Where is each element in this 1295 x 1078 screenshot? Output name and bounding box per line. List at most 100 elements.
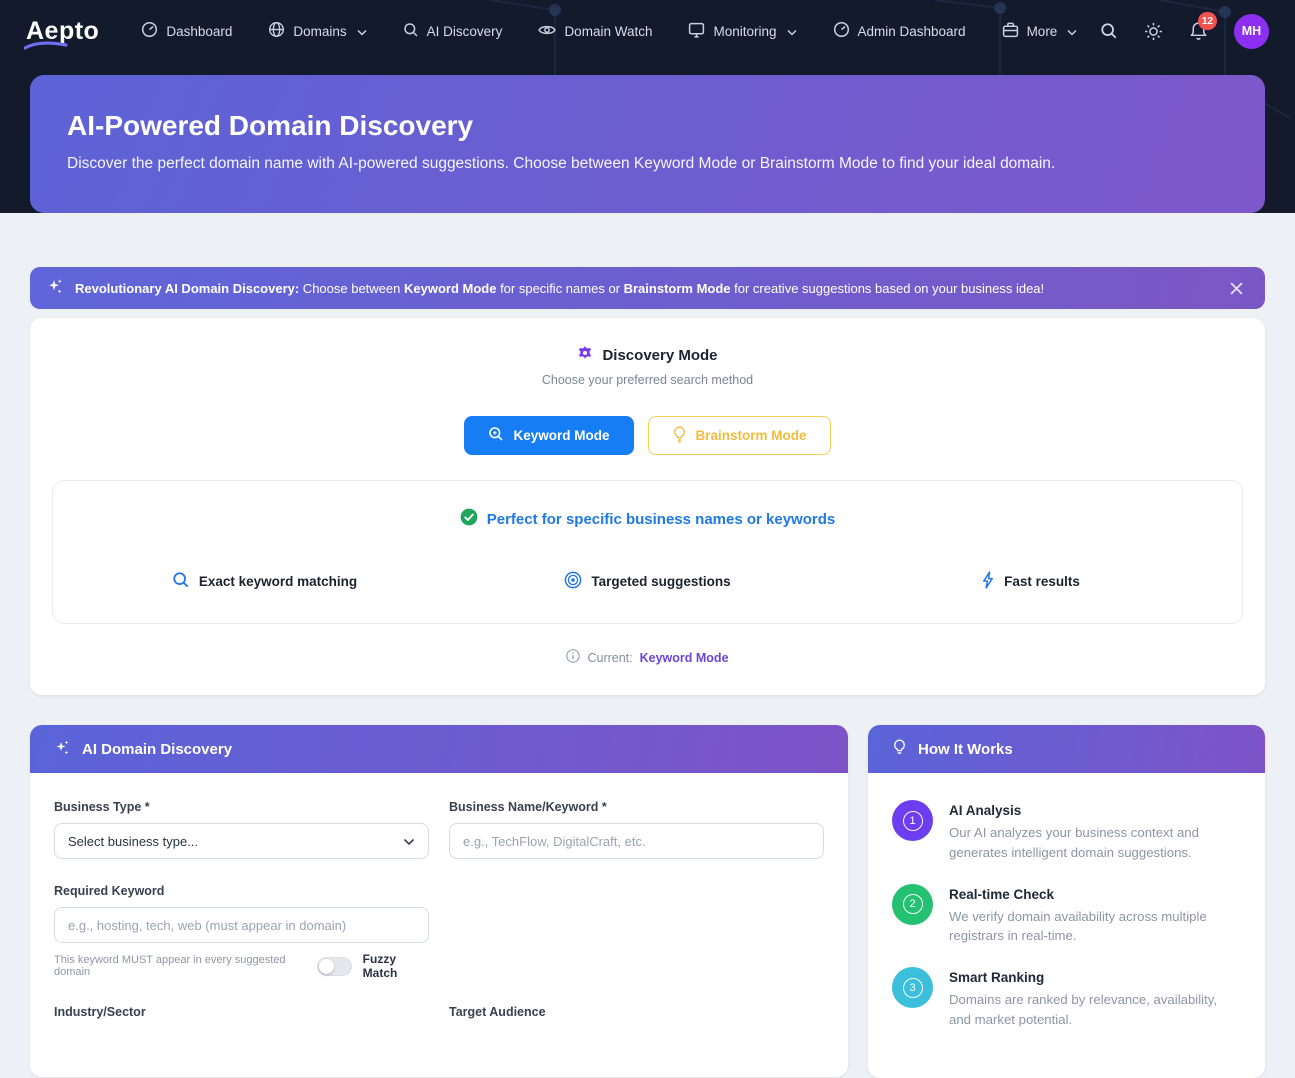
step-number-circle: 3 [892, 967, 933, 1008]
step-content: Smart Ranking Domains are ranked by rele… [949, 967, 1241, 1030]
discovery-mode-title: Discovery Mode [602, 347, 717, 364]
discovery-mode-subtitle: Choose your preferred search method [52, 373, 1243, 387]
step-description: Domains are ranked by relevance, availab… [949, 990, 1241, 1030]
how-it-works-header: How It Works [868, 725, 1265, 773]
info-icon [566, 649, 580, 666]
feature-fast-results: Fast results [839, 571, 1222, 592]
target-audience-label: Target Audience [449, 1005, 824, 1019]
search-icon[interactable] [1100, 22, 1118, 40]
how-it-works-steps: 1 AI Analysis Our AI analyzes your busin… [868, 773, 1265, 1078]
required-keyword-field: Required Keyword This keyword MUST appea… [54, 884, 429, 980]
step-title: Real-time Check [949, 887, 1241, 902]
how-it-works-title: How It Works [918, 741, 1013, 758]
target-audience-field: Target Audience [449, 1005, 824, 1028]
nav-item-label: Monitoring [713, 24, 776, 39]
avatar[interactable]: MH [1234, 14, 1269, 49]
form-spacer [449, 884, 824, 1005]
mode-benefits-card: Perfect for specific business names or k… [52, 480, 1243, 624]
business-type-label: Business Type * [54, 800, 429, 814]
chevron-down-icon [357, 24, 367, 39]
nav-item-label: AI Discovery [427, 24, 503, 39]
announcement-banner: Revolutionary AI Domain Discovery: Choos… [30, 267, 1265, 309]
gear-icon [577, 345, 593, 366]
lightbulb-icon [672, 426, 687, 446]
sparkles-icon [54, 739, 71, 760]
feature-label: Exact keyword matching [199, 574, 357, 589]
current-mode-value: Keyword Mode [640, 651, 729, 665]
industry-label: Industry/Sector [54, 1005, 429, 1019]
close-icon[interactable] [1225, 277, 1248, 300]
how-it-works-card: How It Works 1 AI Analysis Our AI analyz… [868, 725, 1265, 1078]
step-number: 2 [903, 894, 923, 914]
brainstorm-mode-button[interactable]: Brainstorm Mode [648, 416, 831, 455]
search-icon [488, 426, 504, 445]
ai-domain-discovery-card: AI Domain Discovery Business Type * Sele… [30, 725, 848, 1077]
step-title: AI Analysis [949, 803, 1241, 818]
notification-badge: 12 [1198, 12, 1217, 30]
nav-item-domains[interactable]: Domains [268, 21, 366, 41]
banner-text: Revolutionary AI Domain Discovery: Choos… [75, 281, 1214, 296]
banner-text-3: for creative suggestions based on your b… [731, 281, 1045, 296]
top-navbar: Aepto Dashboard Domains [0, 0, 1295, 62]
current-label: Current: [587, 651, 632, 665]
feature-targeted-suggestions: Targeted suggestions [456, 571, 839, 592]
nav-item-label: Admin Dashboard [858, 24, 966, 39]
required-keyword-input[interactable] [54, 907, 429, 943]
required-keyword-helper: This keyword MUST appear in every sugges… [54, 954, 306, 978]
nav-item-admin-dashboard[interactable]: Admin Dashboard [833, 21, 966, 41]
step-content: Real-time Check We verify domain availab… [949, 884, 1241, 947]
nav-item-label: More [1027, 24, 1058, 39]
discovery-mode-header: Discovery Mode [52, 345, 1243, 366]
bottom-section: AI Domain Discovery Business Type * Sele… [30, 725, 1265, 1078]
fuzzy-match-toggle[interactable] [317, 957, 352, 976]
current-mode-row: Current: Keyword Mode [52, 649, 1243, 666]
banner-brainstorm-mode: Brainstorm Mode [624, 281, 731, 296]
target-icon [564, 571, 582, 592]
business-type-select[interactable]: Select business type... [54, 823, 429, 859]
app-logo[interactable]: Aepto [26, 17, 99, 46]
keyword-mode-label: Keyword Mode [513, 428, 609, 443]
chevron-down-icon [787, 24, 797, 39]
lightning-icon [981, 571, 995, 592]
eye-icon [538, 22, 556, 41]
nav-item-label: Domain Watch [564, 24, 652, 39]
business-name-input[interactable] [449, 823, 824, 859]
feature-label: Targeted suggestions [591, 574, 730, 589]
step-content: AI Analysis Our AI analyzes your busines… [949, 800, 1241, 863]
step-ai-analysis: 1 AI Analysis Our AI analyzes your busin… [892, 800, 1241, 863]
nav-item-domain-watch[interactable]: Domain Watch [538, 22, 652, 41]
banner-text-1: Choose between [299, 281, 404, 296]
step-description: Our AI analyzes your business context an… [949, 823, 1241, 863]
sun-icon[interactable] [1144, 22, 1163, 41]
logo-swoosh-decoration [24, 40, 68, 50]
form-card-header: AI Domain Discovery [30, 725, 848, 773]
toggle-knob [319, 959, 334, 974]
discovery-mode-card: Discovery Mode Choose your preferred sea… [30, 318, 1265, 695]
business-type-value: Select business type... [68, 834, 198, 849]
business-type-field: Business Type * Select business type... [54, 800, 429, 859]
feature-exact-matching: Exact keyword matching [73, 571, 456, 592]
discovery-form: Business Type * Select business type... … [30, 773, 848, 1077]
header-band: Aepto Dashboard Domains [0, 0, 1295, 213]
business-name-label: Business Name/Keyword * [449, 800, 824, 814]
page-subtitle: Discover the perfect domain name with AI… [67, 155, 1228, 173]
gauge-icon [141, 21, 158, 41]
nav-item-more[interactable]: More [1002, 22, 1078, 41]
check-circle-icon [460, 508, 478, 530]
step-number: 1 [903, 811, 923, 831]
keyword-mode-button[interactable]: Keyword Mode [464, 416, 633, 455]
page-title: AI-Powered Domain Discovery [67, 110, 1228, 142]
bell-icon[interactable]: 12 [1189, 21, 1208, 41]
search-icon [403, 22, 419, 41]
nav-item-monitoring[interactable]: Monitoring [688, 22, 796, 41]
nav-item-dashboard[interactable]: Dashboard [141, 21, 232, 41]
step-number: 3 [903, 978, 923, 998]
step-title: Smart Ranking [949, 970, 1241, 985]
step-number-circle: 1 [892, 800, 933, 841]
search-icon [172, 571, 190, 592]
feature-label: Fast results [1004, 574, 1080, 589]
banner-text-2: for specific names or [496, 281, 623, 296]
form-card-title: AI Domain Discovery [82, 741, 232, 758]
nav-item-ai-discovery[interactable]: AI Discovery [403, 22, 503, 41]
features-row: Exact keyword matching Targeted suggesti… [73, 571, 1222, 592]
